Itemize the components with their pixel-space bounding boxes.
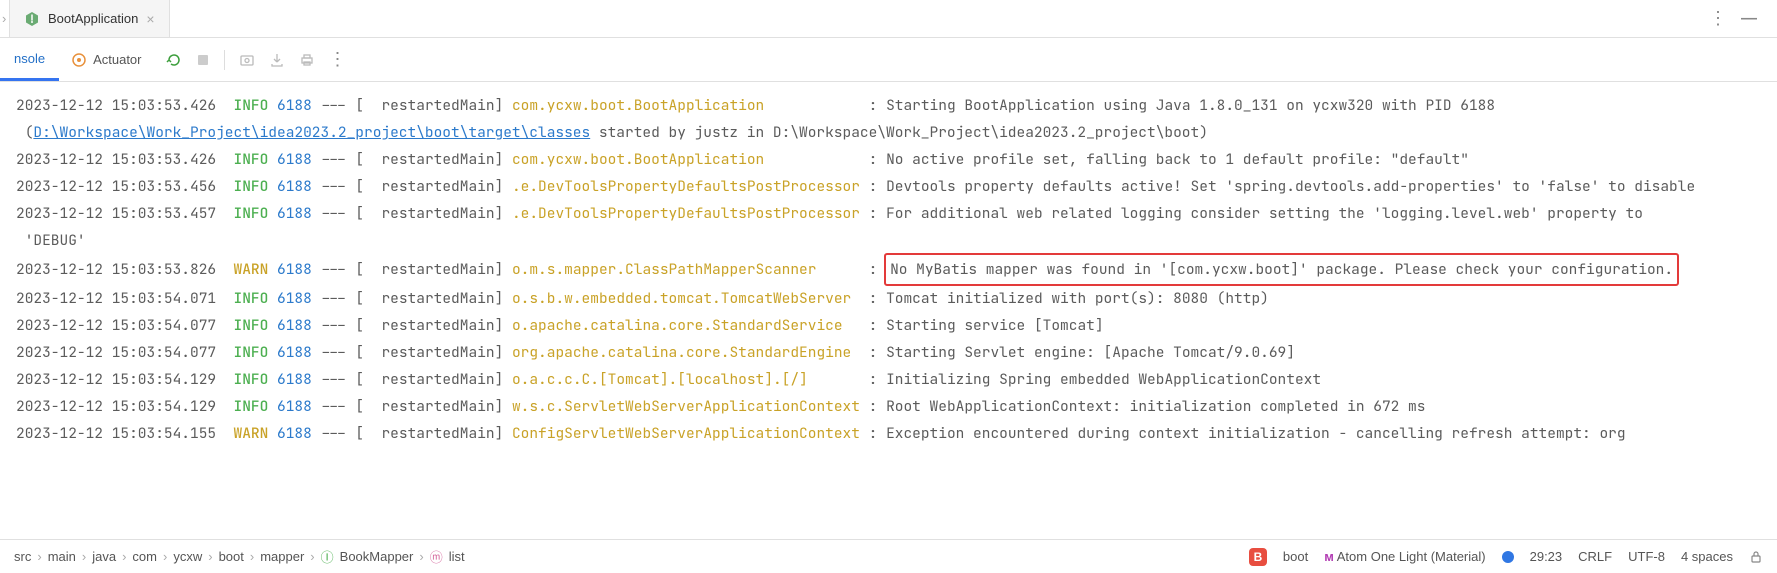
console-tool-row: nsole Actuator ⋮	[0, 38, 1777, 82]
status-indent[interactable]: 4 spaces	[1681, 549, 1733, 564]
spring-boot-icon	[24, 11, 40, 27]
status-theme[interactable]: Atom One Light (Material)	[1337, 549, 1486, 564]
tab-boot-application[interactable]: BootApplication ×	[10, 0, 170, 37]
minimize-icon[interactable]: —	[1741, 10, 1757, 28]
theme-icon: ᴍ	[1324, 549, 1334, 564]
editor-tab-row: › BootApplication × ⋮ —	[0, 0, 1777, 38]
status-caret-pos[interactable]: 29:23	[1530, 549, 1563, 564]
crumb-segment[interactable]: main	[48, 549, 76, 564]
status-encoding[interactable]: UTF-8	[1628, 549, 1665, 564]
crumb-segment[interactable]: src	[14, 549, 31, 564]
method-icon: ⓜ	[430, 547, 443, 566]
export-icon[interactable]	[269, 52, 285, 68]
crumb-method[interactable]: list	[449, 549, 465, 564]
crumb-segment[interactable]: java	[92, 549, 116, 564]
actuator-icon	[71, 52, 87, 68]
screenshot-icon[interactable]	[239, 52, 255, 68]
more-tools-icon[interactable]: ⋮	[329, 49, 347, 70]
lock-icon[interactable]	[1749, 550, 1763, 564]
console-tab[interactable]: nsole	[0, 38, 59, 81]
indicator-dot-icon[interactable]	[1502, 551, 1514, 563]
crumb-segment[interactable]: ycxw	[173, 549, 202, 564]
crumb-segment[interactable]: boot	[219, 549, 244, 564]
console-output[interactable]: 2023-12-12 15:03:53.426 INFO 6188 --- [ …	[0, 82, 1777, 539]
crumb-file[interactable]: BookMapper	[340, 549, 414, 564]
print-icon[interactable]	[299, 52, 315, 68]
rerun-icon[interactable]	[166, 52, 182, 68]
close-icon[interactable]: ×	[146, 11, 154, 27]
breadcrumb[interactable]: src›main›java›com›ycxw›boot›mapper›Ⓘ Boo…	[14, 547, 465, 566]
interface-icon: Ⓘ	[321, 547, 334, 566]
status-line-separator[interactable]: CRLF	[1578, 549, 1612, 564]
status-boot[interactable]: boot	[1283, 549, 1308, 564]
more-icon[interactable]: ⋮	[1709, 8, 1727, 29]
stop-icon[interactable]	[196, 53, 210, 67]
boot-badge-icon[interactable]: B	[1249, 548, 1267, 566]
crumb-segment[interactable]: com	[132, 549, 157, 564]
actuator-label: Actuator	[93, 52, 141, 67]
status-bar: src›main›java›com›ycxw›boot›mapper›Ⓘ Boo…	[0, 539, 1777, 573]
crumb-segment[interactable]: mapper	[260, 549, 304, 564]
tab-label: BootApplication	[48, 11, 138, 26]
actuator-tab[interactable]: Actuator	[59, 38, 153, 81]
hidden-tab-edge[interactable]: ›	[0, 0, 10, 37]
